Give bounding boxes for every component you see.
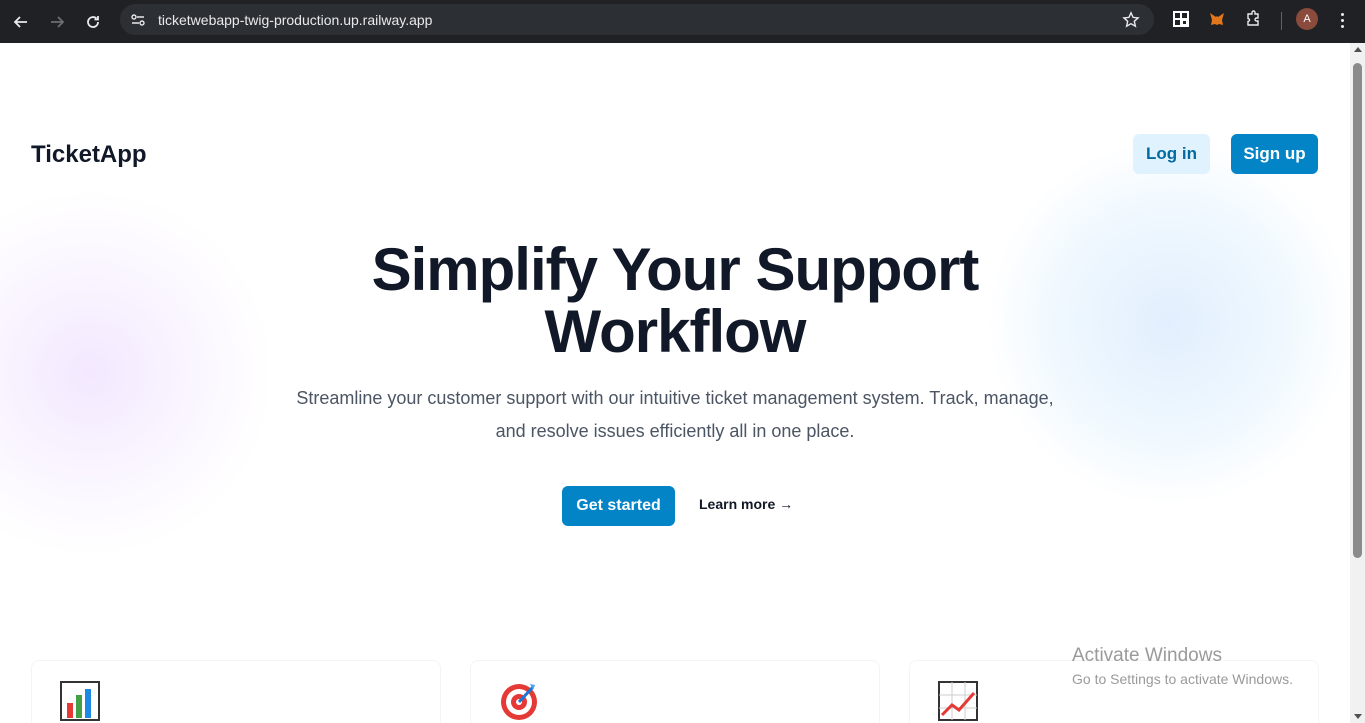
qr-code-icon[interactable] bbox=[1171, 9, 1191, 29]
signup-button[interactable]: Sign up bbox=[1231, 134, 1318, 174]
login-button[interactable]: Log in bbox=[1133, 134, 1210, 174]
address-bar[interactable]: ticketwebapp-twig-production.up.railway.… bbox=[120, 4, 1154, 35]
get-started-button[interactable]: Get started bbox=[562, 486, 675, 526]
hero-title: Simplify Your Support Workflow bbox=[275, 239, 1075, 363]
back-icon bbox=[13, 15, 27, 28]
profile-avatar[interactable]: A bbox=[1296, 8, 1318, 30]
site-logo[interactable]: TicketApp bbox=[31, 141, 147, 169]
back-button[interactable] bbox=[6, 7, 36, 37]
scroll-up-icon[interactable] bbox=[1354, 47, 1362, 52]
toolbar-divider bbox=[1281, 12, 1282, 30]
menu-icon[interactable] bbox=[1334, 9, 1350, 31]
watermark-title: Activate Windows bbox=[1072, 645, 1222, 666]
hero-subtitle-line2: and resolve issues efficiently all in on… bbox=[495, 421, 855, 441]
extensions-icon[interactable] bbox=[1243, 9, 1263, 29]
browser-toolbar: ticketwebapp-twig-production.up.railway.… bbox=[0, 0, 1365, 43]
reload-icon bbox=[87, 15, 99, 28]
hero-subtitle-line1: Streamline your customer support with ou… bbox=[296, 388, 1054, 408]
url-text[interactable]: ticketwebapp-twig-production.up.railway.… bbox=[158, 12, 432, 28]
metamask-icon[interactable] bbox=[1207, 9, 1227, 29]
target-icon bbox=[501, 684, 537, 720]
site-info-icon[interactable] bbox=[126, 8, 150, 32]
hero-title-line2: Workflow bbox=[544, 298, 807, 365]
page-viewport: TicketApp Log in Sign up Simplify Your S… bbox=[0, 43, 1350, 723]
hero-title-line1: Simplify Your Support bbox=[371, 236, 980, 303]
feature-card bbox=[470, 660, 880, 723]
learn-more-link[interactable]: Learn more → bbox=[699, 496, 793, 512]
hero-subtitle: Streamline your customer support with ou… bbox=[280, 382, 1070, 448]
windows-activation-watermark: Activate Windows Go to Settings to activ… bbox=[1072, 645, 1293, 687]
forward-button[interactable] bbox=[42, 7, 72, 37]
page-scrollbar[interactable] bbox=[1350, 43, 1365, 723]
decorative-blob-purple bbox=[0, 193, 270, 553]
trend-chart-icon bbox=[938, 681, 978, 721]
scroll-down-icon[interactable] bbox=[1354, 714, 1362, 719]
scrollbar-thumb[interactable] bbox=[1353, 63, 1362, 558]
bar-chart-icon bbox=[60, 681, 100, 721]
bookmark-star-icon[interactable] bbox=[1122, 11, 1140, 29]
reload-button[interactable] bbox=[78, 7, 108, 37]
watermark-subtitle: Go to Settings to activate Windows. bbox=[1072, 671, 1293, 687]
feature-card bbox=[31, 660, 441, 723]
forward-icon bbox=[51, 15, 65, 28]
